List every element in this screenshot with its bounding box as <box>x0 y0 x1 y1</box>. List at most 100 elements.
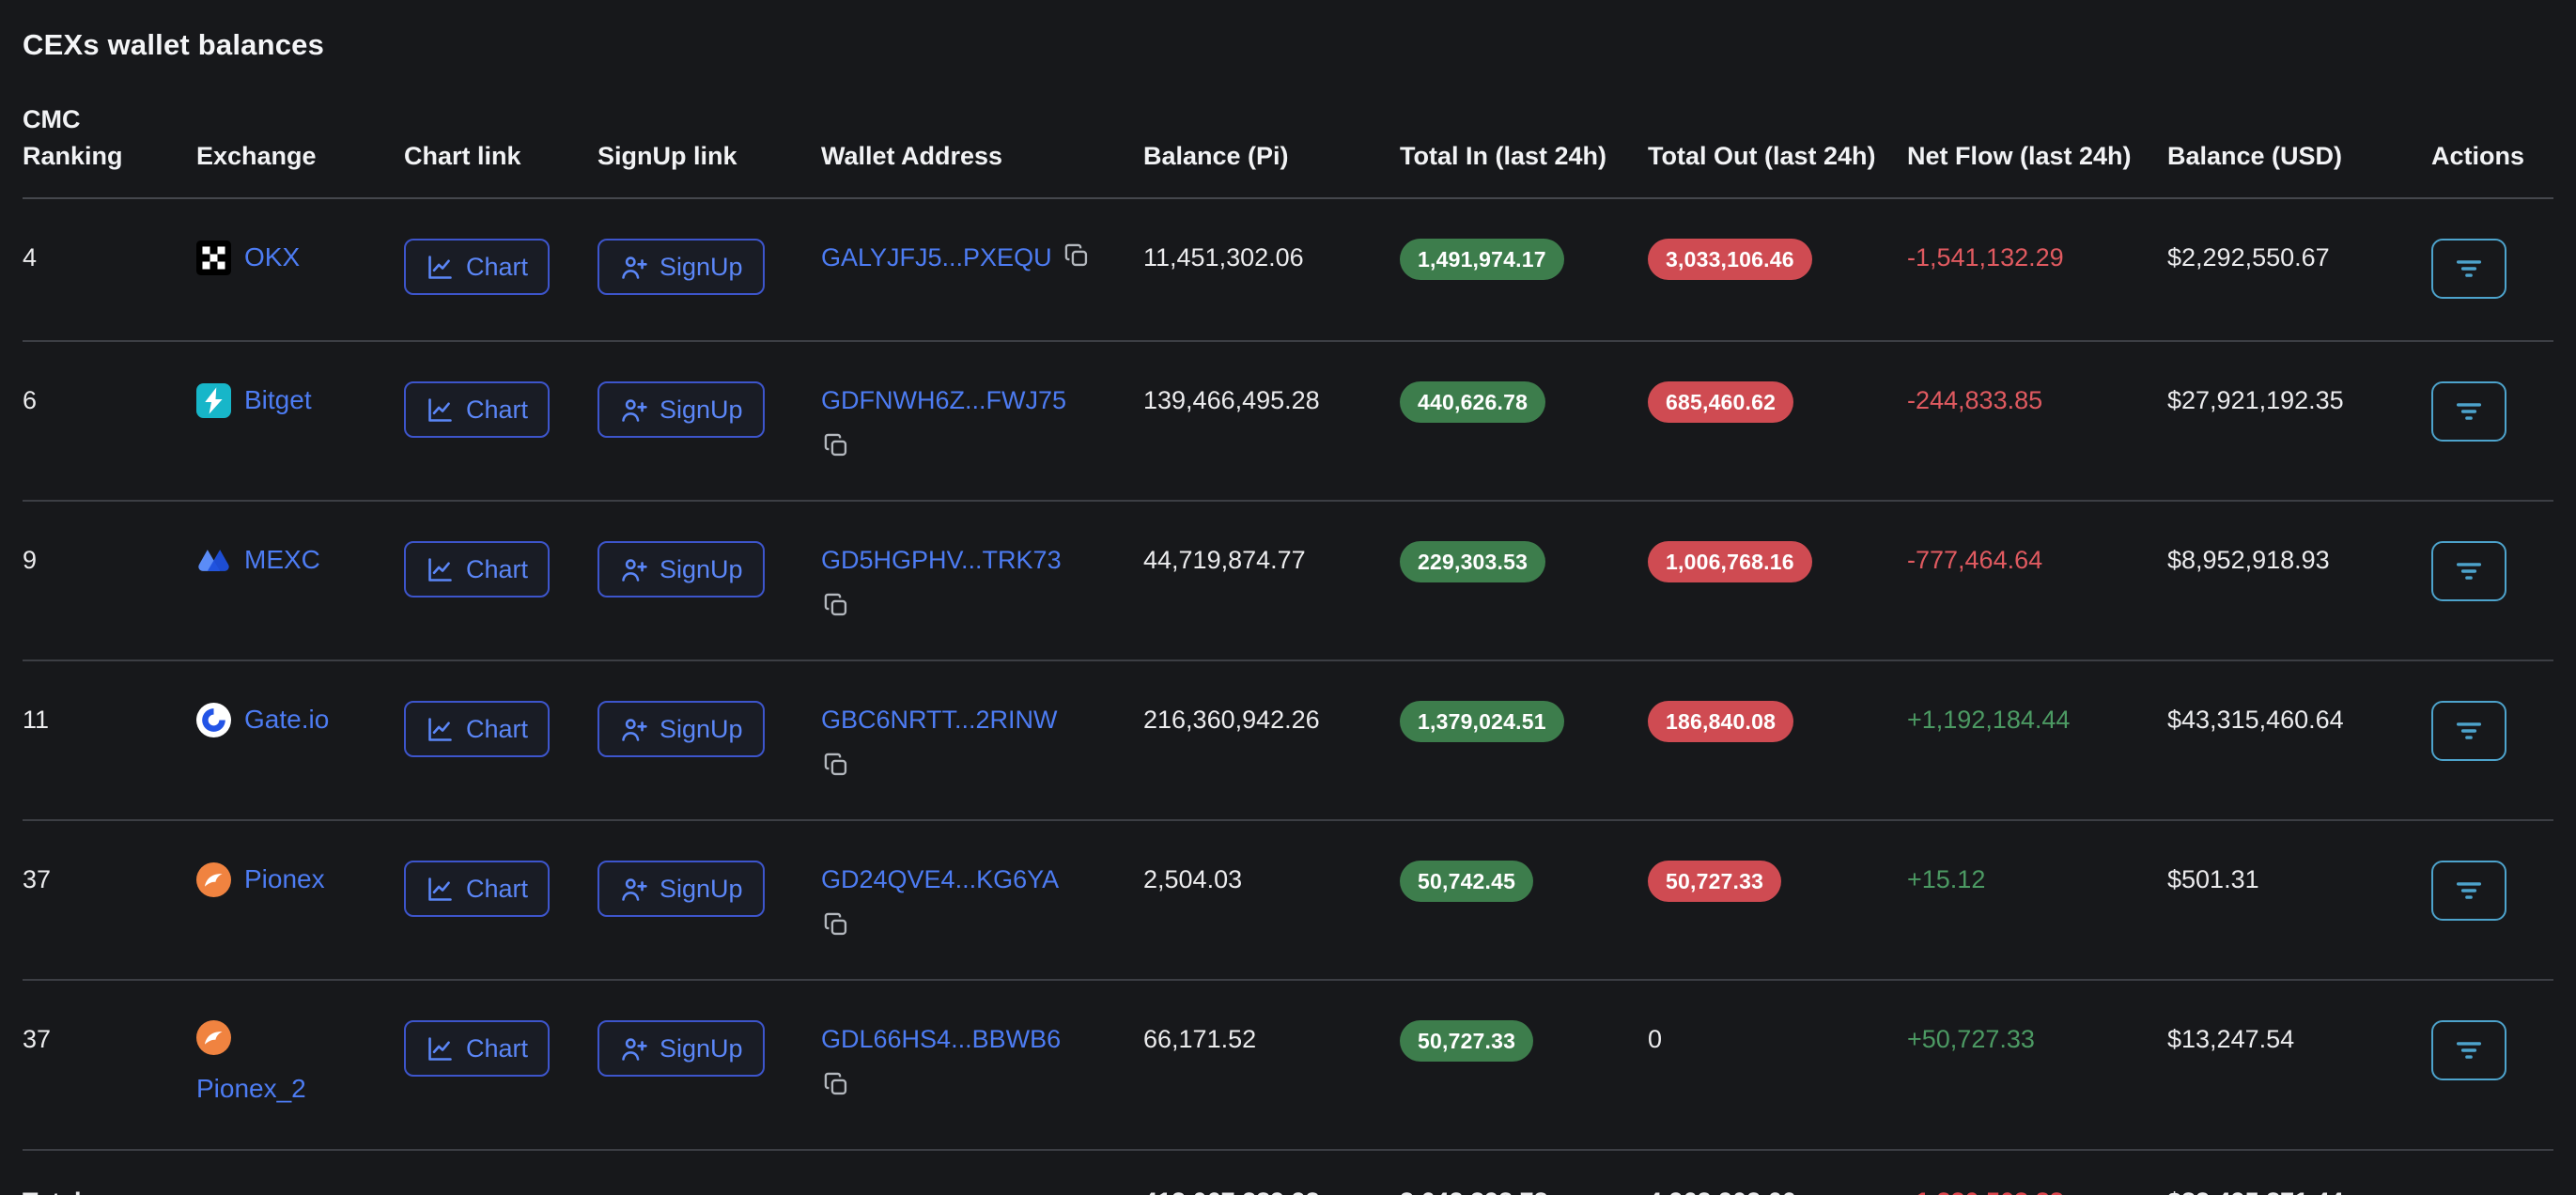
signup-button-label: SignUp <box>660 873 743 905</box>
exchange-link[interactable]: Pionex <box>196 861 385 898</box>
wallet-address-cell: GALYJFJ5...PXEQU <box>821 198 1143 341</box>
table-row: 11 Gate.io Chart SignUp <box>23 660 2553 820</box>
cmc-ranking-cell: 11 <box>23 660 196 820</box>
signup-button[interactable]: SignUp <box>597 381 765 438</box>
exchange-link[interactable]: Bitget <box>196 381 385 419</box>
filter-icon <box>2453 715 2485 747</box>
total-out-badge: 1,006,768.16 <box>1648 541 1812 582</box>
page-title: CEXs wallet balances <box>23 28 2553 62</box>
balance-pi-cell: 2,504.03 <box>1143 820 1400 980</box>
total-out-badge: 0 <box>1648 1020 1662 1058</box>
balance-pi-cell: 139,466,495.28 <box>1143 341 1400 501</box>
exchange-name[interactable]: Pionex_2 <box>196 1070 306 1108</box>
wallet-address-cell: GD24QVE4...KG6YA <box>821 820 1143 980</box>
table-footer: Total 412,067,289.93 3,642,398.78 4,962,… <box>23 1150 2553 1195</box>
user-plus-icon <box>619 253 648 282</box>
actions-button[interactable] <box>2431 701 2506 761</box>
column-header: Chart link <box>404 94 597 198</box>
total-label: Total <box>23 1150 1143 1195</box>
wallet-address-link[interactable]: GD5HGPHV...TRK73 <box>821 546 1062 574</box>
balance-pi-cell: 44,719,874.77 <box>1143 501 1400 660</box>
net-flow-value: -1,541,132.29 <box>1907 198 2167 341</box>
bitget-logo-icon <box>196 383 231 418</box>
exchange-name[interactable]: OKX <box>244 239 300 276</box>
total-row: Total 412,067,289.93 3,642,398.78 4,962,… <box>23 1150 2553 1195</box>
chart-button[interactable]: Chart <box>404 381 550 438</box>
user-plus-icon <box>619 555 648 584</box>
actions-button[interactable] <box>2431 1020 2506 1080</box>
chart-link-cell: Chart <box>404 980 597 1150</box>
signup-button[interactable]: SignUp <box>597 239 765 295</box>
exchange-link[interactable]: MEXC <box>196 541 385 579</box>
chart-button[interactable]: Chart <box>404 239 550 295</box>
total-out-cell: 1,006,768.16 <box>1648 501 1907 660</box>
chart-link-cell: Chart <box>404 820 597 980</box>
total-out-badge: 186,840.08 <box>1648 701 1793 742</box>
net-flow-value: +1,192,184.44 <box>1907 660 2167 820</box>
signup-button[interactable]: SignUp <box>597 1020 765 1077</box>
chart-button[interactable]: Chart <box>404 701 550 757</box>
actions-button[interactable] <box>2431 239 2506 299</box>
wallet-address-link[interactable]: GDL66HS4...BBWB6 <box>821 1025 1061 1053</box>
cmc-ranking-cell: 9 <box>23 501 196 660</box>
wallet-address-link[interactable]: GDFNWH6Z...FWJ75 <box>821 386 1066 414</box>
signup-button-label: SignUp <box>660 394 743 426</box>
cmc-ranking-cell: 6 <box>23 341 196 501</box>
line-chart-icon <box>426 396 455 425</box>
signup-button[interactable]: SignUp <box>597 701 765 757</box>
copy-icon[interactable] <box>823 1071 849 1097</box>
table-row: 9 MEXC Chart SignUp <box>23 501 2553 660</box>
copy-icon[interactable] <box>823 911 849 938</box>
copy-icon[interactable] <box>823 432 849 458</box>
actions-cell <box>2431 501 2553 660</box>
column-header: Wallet Address <box>821 94 1143 198</box>
chart-button[interactable]: Chart <box>404 861 550 917</box>
wallet-address-link[interactable]: GD24QVE4...KG6YA <box>821 865 1059 893</box>
signup-link-cell: SignUp <box>597 980 821 1150</box>
chart-link-cell: Chart <box>404 341 597 501</box>
copy-icon[interactable] <box>823 752 849 778</box>
exchange-cell: OKX <box>196 198 404 341</box>
signup-button[interactable]: SignUp <box>597 541 765 598</box>
net-flow-value: +15.12 <box>1907 820 2167 980</box>
total-balance-pi: 412,067,289.93 <box>1143 1150 1400 1195</box>
exchange-name[interactable]: MEXC <box>244 541 320 579</box>
exchange-name[interactable]: Gate.io <box>244 701 329 738</box>
exchange-link[interactable]: OKX <box>196 239 385 276</box>
total-out-badge: 50,727.33 <box>1648 861 1781 902</box>
total-out-badge: 3,033,106.46 <box>1648 239 1812 280</box>
exchange-link[interactable]: Gate.io <box>196 701 385 738</box>
total-out-cell: 3,033,106.46 <box>1648 198 1907 341</box>
chart-button[interactable]: Chart <box>404 1020 550 1077</box>
cmc-ranking-value: 6 <box>23 386 37 414</box>
signup-button-label: SignUp <box>660 553 743 585</box>
total-in-badge: 50,742.45 <box>1400 861 1533 902</box>
net-flow-value: -777,464.64 <box>1907 501 2167 660</box>
actions-button[interactable] <box>2431 861 2506 921</box>
column-header: SignUp link <box>597 94 821 198</box>
exchange-link[interactable]: Pionex_2 <box>196 1020 385 1108</box>
total-in-badge: 1,491,974.17 <box>1400 239 1564 280</box>
copy-icon[interactable] <box>823 592 849 618</box>
actions-button[interactable] <box>2431 541 2506 601</box>
signup-button[interactable]: SignUp <box>597 861 765 917</box>
pionex-logo-icon <box>196 862 231 897</box>
actions-cell <box>2431 980 2553 1150</box>
actions-button[interactable] <box>2431 381 2506 442</box>
wallet-address-link[interactable]: GALYJFJ5...PXEQU <box>821 243 1052 272</box>
cmc-ranking-value: 4 <box>23 243 37 272</box>
copy-icon[interactable] <box>1063 242 1090 269</box>
column-header: CMC Ranking <box>23 94 196 198</box>
chart-button[interactable]: Chart <box>404 541 550 598</box>
exchange-cell: Bitget <box>196 341 404 501</box>
line-chart-icon <box>426 1034 455 1063</box>
cmc-ranking-value: 9 <box>23 546 37 574</box>
exchange-name[interactable]: Pionex <box>244 861 325 898</box>
total-out-cell: 186,840.08 <box>1648 660 1907 820</box>
pionex-logo-icon <box>196 1020 231 1055</box>
actions-cell <box>2431 660 2553 820</box>
chart-link-cell: Chart <box>404 198 597 341</box>
actions-cell <box>2431 820 2553 980</box>
exchange-name[interactable]: Bitget <box>244 381 312 419</box>
wallet-address-link[interactable]: GBC6NRTT...2RINW <box>821 706 1058 734</box>
